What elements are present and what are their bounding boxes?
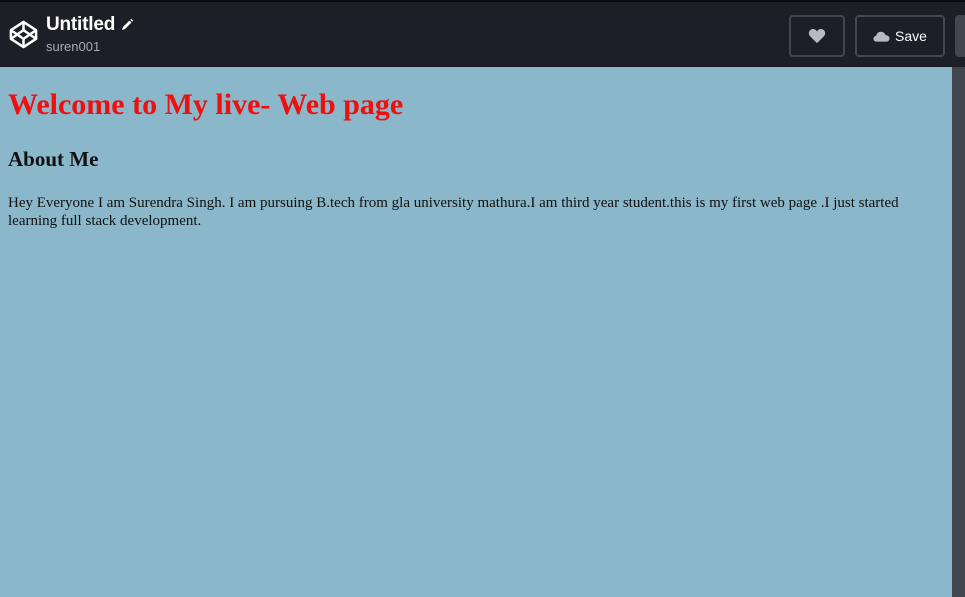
save-button-label: Save [895, 28, 927, 44]
pencil-icon[interactable] [120, 18, 134, 32]
preview-pane: Welcome to My live- Web page About Me He… [0, 67, 952, 597]
preview-scrollbar[interactable] [952, 67, 965, 597]
settings-button-partial[interactable] [955, 15, 965, 57]
page-heading: Welcome to My live- Web page [8, 88, 404, 121]
save-button[interactable]: Save [855, 15, 945, 57]
editor-header: Untitled suren001 Save [0, 0, 965, 67]
username[interactable]: suren001 [46, 39, 134, 54]
page-subheading: About Me [8, 147, 99, 171]
codepen-logo-icon[interactable] [8, 19, 39, 50]
cloud-icon [873, 31, 890, 42]
pen-title-group: Untitled suren001 [46, 13, 134, 54]
page-paragraph: Hey Everyone I am Surendra Singh. I am p… [8, 195, 899, 229]
pen-title[interactable]: Untitled [46, 14, 115, 36]
heart-icon [808, 29, 826, 44]
like-button[interactable] [789, 15, 845, 57]
